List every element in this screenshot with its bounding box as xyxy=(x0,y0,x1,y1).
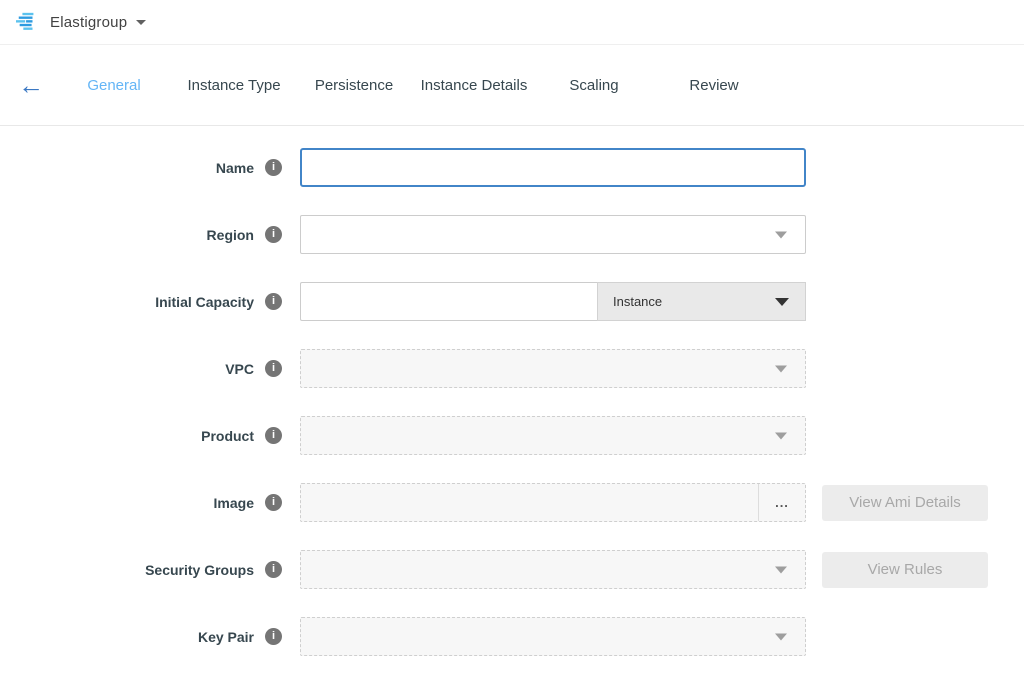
app-header: Elastigroup xyxy=(0,0,1024,45)
form-row-name: Name i xyxy=(0,148,1024,187)
wizard-tabs: General Instance Type Persistence Instan… xyxy=(54,77,774,94)
info-icon[interactable]: i xyxy=(265,628,282,645)
info-icon[interactable]: i xyxy=(265,360,282,377)
tab-review[interactable]: Review xyxy=(654,77,774,94)
tab-scaling[interactable]: Scaling xyxy=(534,77,654,94)
chevron-down-icon[interactable] xyxy=(136,20,146,25)
general-form: Name i Region i Initial Capacity i xyxy=(0,126,1024,656)
app-switcher-label[interactable]: Elastigroup xyxy=(50,14,127,31)
name-input[interactable] xyxy=(300,148,806,187)
info-icon[interactable]: i xyxy=(265,494,282,511)
view-ami-details-button: View Ami Details xyxy=(822,485,988,521)
view-rules-button: View Rules xyxy=(822,552,988,588)
tab-instance-type[interactable]: Instance Type xyxy=(174,77,294,94)
capacity-unit-value: Instance xyxy=(613,294,662,309)
info-icon[interactable]: i xyxy=(265,159,282,176)
initial-capacity-input[interactable] xyxy=(300,282,597,321)
region-select[interactable] xyxy=(300,215,806,254)
form-row-region: Region i xyxy=(0,215,1024,254)
form-row-image: Image i ... View Ami Details xyxy=(0,483,1024,522)
form-row-initial-capacity: Initial Capacity i Instance xyxy=(0,282,1024,321)
elastigroup-logo-icon xyxy=(14,11,40,33)
region-label: Region xyxy=(207,227,254,243)
vpc-label: VPC xyxy=(225,361,254,377)
form-row-vpc: VPC i xyxy=(0,349,1024,388)
form-row-key-pair: Key Pair i xyxy=(0,617,1024,656)
chevron-down-icon xyxy=(775,566,787,573)
key-pair-select xyxy=(300,617,806,656)
product-label: Product xyxy=(201,428,254,444)
chevron-down-icon xyxy=(775,432,787,439)
wizard-tab-bar: ← General Instance Type Persistence Inst… xyxy=(0,45,1024,126)
chevron-down-icon xyxy=(775,633,787,640)
back-arrow-icon[interactable]: ← xyxy=(18,72,44,98)
product-select xyxy=(300,416,806,455)
chevron-down-icon xyxy=(775,231,787,238)
info-icon[interactable]: i xyxy=(265,293,282,310)
capacity-unit-select[interactable]: Instance xyxy=(597,282,806,321)
chevron-down-icon xyxy=(775,298,789,306)
vpc-select xyxy=(300,349,806,388)
name-label: Name xyxy=(216,160,254,176)
initial-capacity-label: Initial Capacity xyxy=(155,294,254,310)
tab-instance-details[interactable]: Instance Details xyxy=(414,77,534,94)
security-groups-select xyxy=(300,550,806,589)
security-groups-label: Security Groups xyxy=(145,562,254,578)
info-icon[interactable]: i xyxy=(265,427,282,444)
info-icon[interactable]: i xyxy=(265,226,282,243)
chevron-down-icon xyxy=(775,365,787,372)
ellipsis-button: ... xyxy=(758,484,805,521)
form-row-security-groups: Security Groups i View Rules xyxy=(0,550,1024,589)
key-pair-label: Key Pair xyxy=(198,629,254,645)
tab-general[interactable]: General xyxy=(54,77,174,94)
tab-persistence[interactable]: Persistence xyxy=(294,77,414,94)
form-row-product: Product i xyxy=(0,416,1024,455)
image-label: Image xyxy=(214,495,254,511)
info-icon[interactable]: i xyxy=(265,561,282,578)
image-input: ... xyxy=(300,483,806,522)
